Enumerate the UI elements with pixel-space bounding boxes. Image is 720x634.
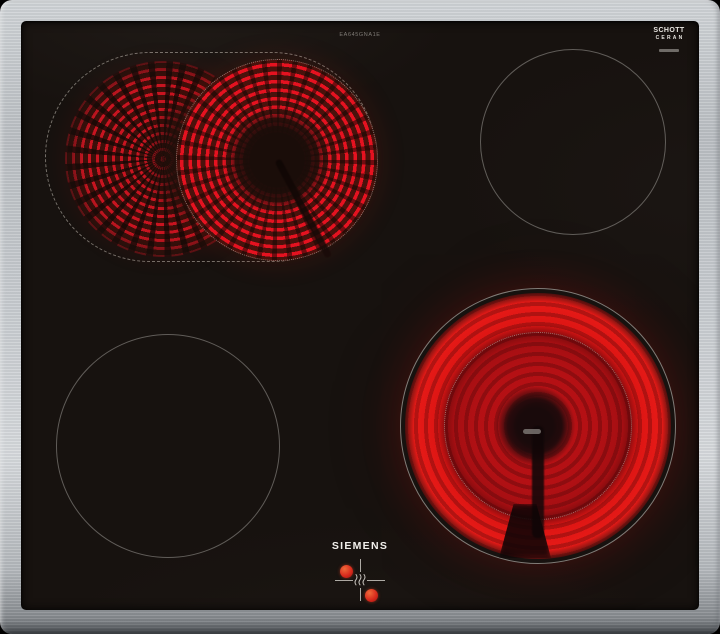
cross-line-horizontal-left — [335, 580, 353, 581]
zone-rear-right-outline — [480, 49, 666, 235]
sensor-center-cap — [523, 429, 541, 434]
glass-brand-line1: SCHOTT — [653, 27, 685, 34]
glass-brand-line2: CERAN — [655, 35, 685, 41]
heat-waves-icon — [354, 574, 366, 586]
temperature-sensor-rod-icon — [273, 158, 332, 259]
hot-zone-dot-rear-left — [340, 565, 353, 578]
zone-front-left-outline — [56, 334, 280, 558]
ceramic-glass-surface: EA645GNA1E SCHOTT CERAN SIEMENS — [21, 21, 699, 610]
zone-rear-left-roasting — [45, 52, 378, 262]
residual-heat-indicator — [326, 556, 396, 606]
cross-line-horizontal-right — [367, 580, 385, 581]
hob-steel-frame: EA645GNA1E SCHOTT CERAN SIEMENS — [0, 0, 720, 634]
cross-line-vertical-bottom — [360, 588, 361, 601]
siemens-logo: SIEMENS — [331, 540, 389, 552]
model-label: EA645GNA1E — [339, 32, 381, 38]
frame-bottom-edge — [0, 622, 720, 634]
glass-brand-fineprint-bar — [659, 49, 679, 52]
hot-zone-dot-front-right — [365, 589, 378, 602]
zone-rear-left-main-glow — [176, 59, 378, 261]
cross-line-vertical-top — [360, 559, 361, 572]
zone-front-right-dual — [400, 288, 676, 564]
glass-brand-logo: SCHOTT CERAN — [651, 27, 687, 52]
